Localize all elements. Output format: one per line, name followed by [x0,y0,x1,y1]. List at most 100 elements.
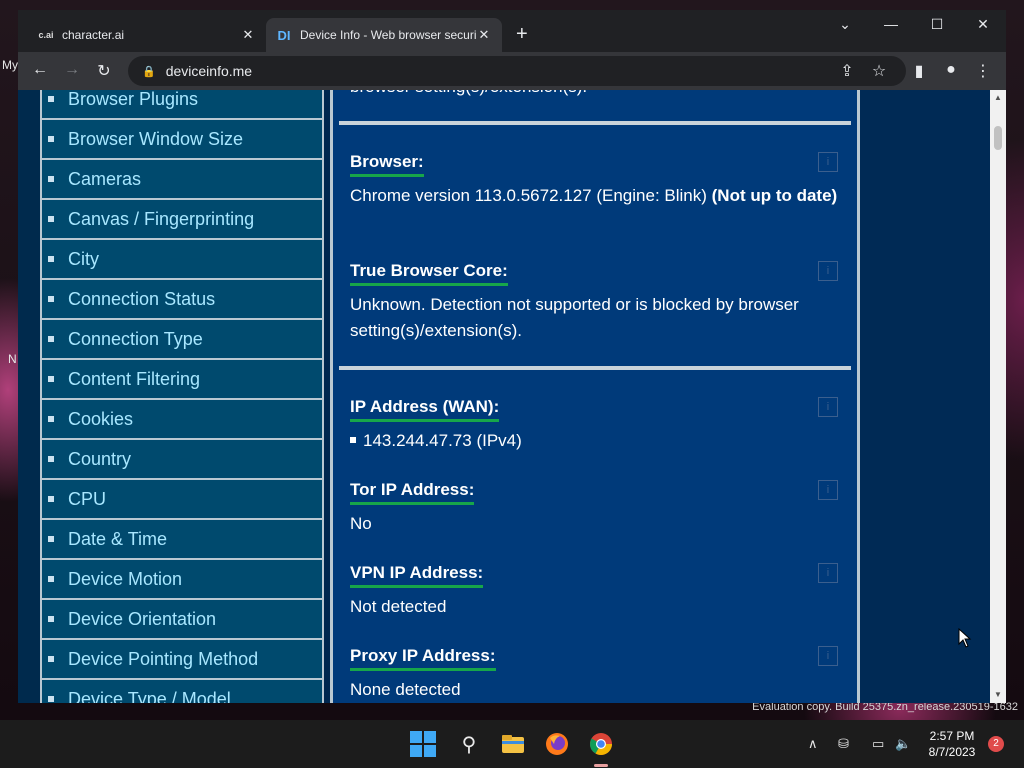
bullet-square-icon [48,696,54,702]
info-icon[interactable]: i [818,261,838,281]
tab-title: Device Info - Web browser security [300,28,476,42]
file-explorer-icon[interactable] [499,730,527,758]
bullet-square-icon [350,436,356,443]
sidebar-item[interactable]: Connection Status [42,280,322,320]
taskbar: ⚲ ∧ ⛁ ▭ 🔈 2:57 PM 8/7/2023 2 [0,720,1024,768]
scroll-down-arrow-icon[interactable]: ▼ [994,690,1002,699]
sidebar-item[interactable]: Browser Plugins [42,90,322,120]
sidebar-nav-list: Browser Plugins Browser Window Size Camera… [42,90,322,703]
sidebar-item[interactable]: CPU [42,480,322,520]
vertical-scrollbar[interactable]: ▲ ▼ [990,90,1006,703]
search-icon[interactable]: ⚲ [455,730,483,758]
forward-arrow-icon[interactable]: → [61,61,83,79]
system-clock[interactable]: 2:57 PM 8/7/2023 [920,728,984,760]
address-bar[interactable]: 🔒 deviceinfo.me [128,56,906,86]
browser-value: Chrome version 113.0.5672.127 (Engine: B… [350,186,838,205]
sidebar-item-label[interactable]: Content Filtering [68,369,200,390]
sidebar-item-label[interactable]: Country [68,449,131,470]
sidebar-item-label[interactable]: Connection Status [68,289,215,310]
sidebar-item-label[interactable]: Device Pointing Method [68,649,258,670]
info-icon[interactable]: i [818,480,838,500]
sidebar-item[interactable]: Device Type / Model [42,680,322,703]
sidebar-item[interactable]: Content Filtering [42,360,322,400]
bookmark-star-icon[interactable]: ☆ [868,61,890,81]
profile-icon[interactable]: ● [940,61,962,79]
bullet-square-icon [48,496,54,502]
vpn-ip-value: Not detected [350,597,447,616]
maximize-button[interactable]: ☐ [922,16,952,33]
display-icon[interactable]: ▭ [872,736,884,752]
menu-kebab-icon[interactable]: ⋮ [972,61,994,81]
sidebar-item[interactable]: Cameras [42,160,322,200]
close-window-button[interactable]: ✕ [968,16,998,33]
sidebar-item-label[interactable]: Date & Time [68,529,167,550]
scroll-up-arrow-icon[interactable]: ▲ [994,93,1002,102]
share-icon[interactable]: ⇪ [836,61,858,81]
sidebar-item-label[interactable]: Connection Type [68,329,203,350]
windows-start-icon[interactable] [410,731,436,757]
bullet-square-icon [48,216,54,222]
tab-device-info[interactable]: DI Device Info - Web browser security ✕ [266,18,502,52]
close-tab-icon[interactable]: ✕ [476,27,492,43]
sidebar-item-label[interactable]: Device Type / Model [68,689,231,704]
lock-icon[interactable]: 🔒 [142,65,156,78]
info-icon[interactable]: i [818,152,838,172]
browser-window: c.ai character.ai ✕ DI Device Info - Web… [18,10,1006,703]
chrome-icon[interactable] [587,730,615,758]
sidebar-item-label[interactable]: Canvas / Fingerprinting [68,209,254,230]
sidebar-item[interactable]: Device Orientation [42,600,322,640]
sidebar-item[interactable]: Device Pointing Method [42,640,322,680]
left-margin [18,90,42,703]
tab-character-ai[interactable]: c.ai character.ai ✕ [28,18,266,52]
mouse-cursor-icon [958,628,972,648]
vpn-ip-label: VPN IP Address: [350,563,484,588]
sidebar-item-label[interactable]: Device Orientation [68,609,216,630]
sidebar-item[interactable]: Canvas / Fingerprinting [42,200,322,240]
minimize-button[interactable]: — [876,16,906,32]
sidebar-item-label[interactable]: Device Motion [68,569,182,590]
info-icon[interactable]: i [818,563,838,583]
sidebar-item[interactable]: Connection Type [42,320,322,360]
character-ai-favicon-icon: c.ai [38,30,54,40]
sidebar-item-label[interactable]: Cookies [68,409,133,430]
info-icon[interactable]: i [818,646,838,666]
proxy-ip-value: None detected [350,680,461,699]
firefox-icon[interactable] [543,730,571,758]
truncated-text: browser setting(s)/extension(s). [350,90,846,100]
sidebar-item-label[interactable]: Browser Plugins [68,90,198,110]
tab-strip: c.ai character.ai ✕ DI Device Info - Web… [18,10,1006,52]
notification-badge[interactable]: 2 [988,736,1004,752]
info-icon[interactable]: i [818,397,838,417]
show-hidden-icons-chevron-icon[interactable]: ∧ [808,736,818,752]
back-arrow-icon[interactable]: ← [29,61,51,79]
side-panel-icon[interactable]: ▮ [908,61,930,81]
proxy-ip-label: Proxy IP Address: [350,646,496,671]
tab-title: character.ai [62,28,125,42]
new-tab-button[interactable]: + [516,24,528,44]
url-text[interactable]: deviceinfo.me [166,63,252,79]
sidebar-item[interactable]: Browser Window Size [42,120,322,160]
sidebar-item[interactable]: Date & Time [42,520,322,560]
clock-date: 8/7/2023 [928,745,976,759]
volume-icon[interactable]: 🔈 [895,736,911,752]
bullet-square-icon [48,256,54,262]
bullet-square-icon [48,456,54,462]
bullet-square-icon [48,176,54,182]
scrollbar-thumb[interactable] [994,126,1002,150]
network-icon[interactable]: ⛁ [838,736,849,752]
sidebar-item[interactable]: Device Motion [42,560,322,600]
sidebar-item[interactable]: City [42,240,322,280]
true-browser-core-label: True Browser Core: [350,261,508,286]
sidebar-item-label[interactable]: Browser Window Size [68,129,243,150]
desktop-text-fragment: N [8,352,17,366]
true-browser-core-value: Unknown. Detection not supported or is b… [350,295,799,340]
reload-icon[interactable]: ↻ [93,61,115,81]
sidebar-item[interactable]: Cookies [42,400,322,440]
sidebar-item-label[interactable]: City [68,249,99,270]
sidebar-item[interactable]: Country [42,440,322,480]
desktop-text-fragment: My [2,58,18,72]
close-tab-icon[interactable]: ✕ [240,27,256,43]
sidebar-item-label[interactable]: CPU [68,489,106,510]
sidebar-item-label[interactable]: Cameras [68,169,141,190]
tab-search-chevron-icon[interactable]: ⌄ [830,16,860,33]
